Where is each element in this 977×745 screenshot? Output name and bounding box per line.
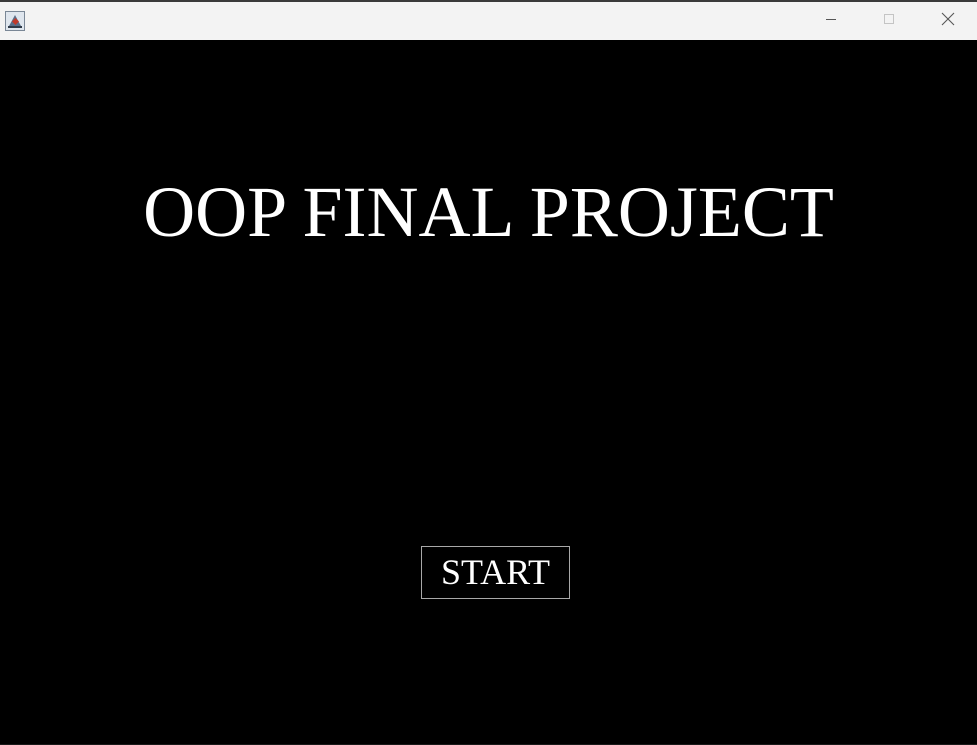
app-window: OOP FINAL PROJECT START (0, 0, 977, 745)
minimize-icon (825, 12, 837, 30)
minimize-button[interactable] (802, 2, 860, 40)
maximize-button[interactable] (860, 2, 918, 40)
window-titlebar[interactable] (0, 0, 977, 40)
game-start-screen: OOP FINAL PROJECT START (0, 40, 977, 745)
java-coffee-cup-icon[interactable] (5, 11, 25, 31)
close-icon (941, 12, 955, 31)
close-button[interactable] (919, 2, 977, 40)
start-button[interactable]: START (421, 546, 570, 599)
game-title: OOP FINAL PROJECT (143, 172, 834, 252)
maximize-icon (883, 12, 895, 30)
